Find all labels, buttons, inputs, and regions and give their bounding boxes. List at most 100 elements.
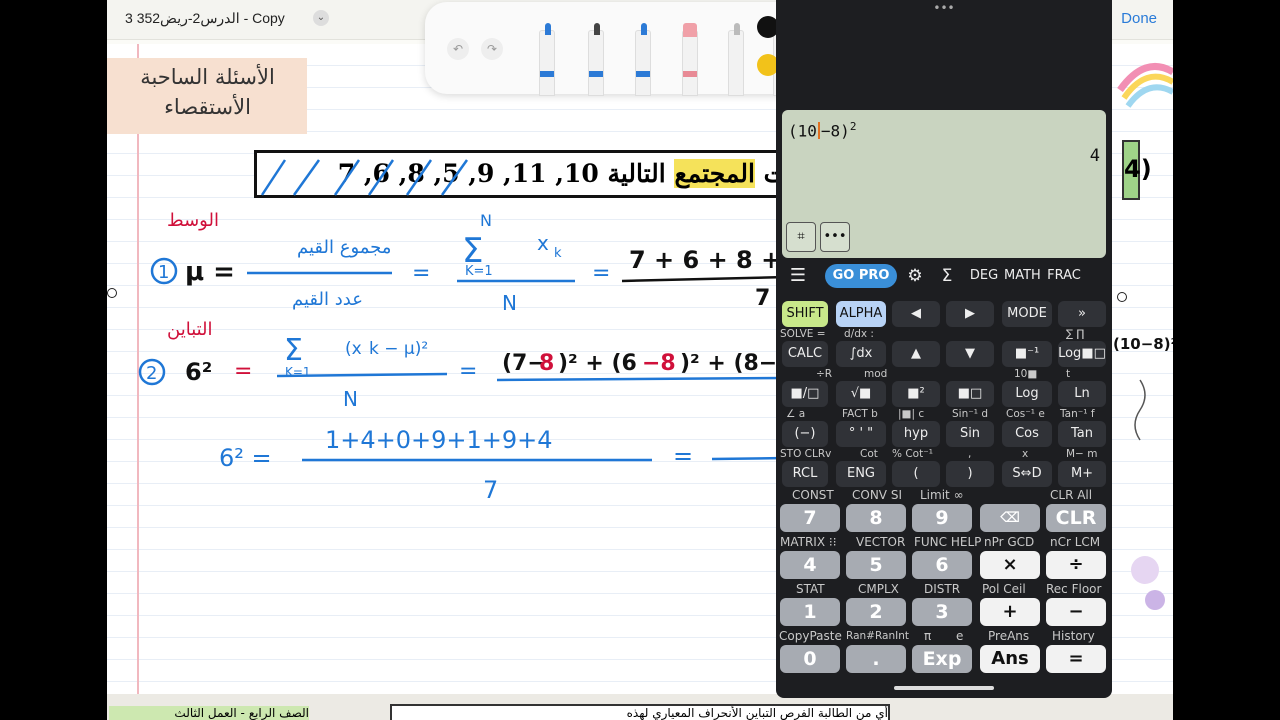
settings-gear-icon[interactable]: ⚙	[904, 264, 926, 288]
divide-key[interactable]: ÷	[1046, 551, 1106, 579]
s-to-d-key[interactable]: S⇔D	[1002, 461, 1052, 487]
window-grabber-icon[interactable]: •••	[932, 2, 956, 14]
hamburger-menu-icon[interactable]: ☰	[786, 264, 810, 288]
calculator-display: (10 −8)2 4 ⌗ •••	[782, 110, 1106, 258]
angle-a-sublabel: ∠ a	[786, 408, 806, 420]
more-key[interactable]: »	[1058, 301, 1106, 327]
variance-label: التباين	[167, 319, 213, 340]
math-mode-button[interactable]: MATH	[1004, 264, 1041, 288]
page-hole-right	[1117, 292, 1127, 302]
key-5[interactable]: 5	[846, 551, 906, 579]
deg-mode-button[interactable]: DEG	[968, 264, 1000, 288]
sigma-symbol-2: Σ	[284, 333, 303, 368]
sigma-top: N	[480, 211, 492, 230]
atan-f-sublabel: Tan⁻¹ f	[1060, 408, 1095, 420]
preans-sublabel: PreAns	[988, 629, 1030, 643]
key-4[interactable]: 4	[780, 551, 840, 579]
equals-2: =	[592, 261, 610, 286]
cos-key[interactable]: Cos	[1002, 421, 1052, 447]
rec-floor-sublabel: Rec Floor	[1046, 582, 1102, 596]
dms-key[interactable]: ° ' "	[836, 421, 886, 447]
home-indicator[interactable]	[894, 686, 994, 690]
left-arrow-key[interactable]: ◀	[892, 301, 940, 327]
result-value: 4	[1089, 146, 1100, 166]
calc-key[interactable]: CALC	[782, 341, 828, 367]
power-key[interactable]: ■□	[946, 381, 994, 407]
log-base-key[interactable]: Log■□	[1058, 341, 1106, 367]
conv-si-sublabel: CONV SI	[852, 488, 902, 502]
camera-icon[interactable]: ⌗	[786, 222, 816, 252]
mode-key[interactable]: MODE	[1002, 301, 1052, 327]
left-paren-key[interactable]: (	[892, 461, 940, 487]
backspace-icon[interactable]: ⌫	[980, 504, 1040, 532]
done-button[interactable]: Done	[1121, 10, 1157, 27]
inverse-key[interactable]: ■⁻¹	[1002, 341, 1052, 367]
exp-key[interactable]: Exp	[912, 645, 972, 673]
ln-key[interactable]: Ln	[1058, 381, 1106, 407]
calculator-app: ••• (10 −8)2 4 ⌗ ••• ☰ GO PRO ⚙ Σ DEG MAT…	[776, 0, 1112, 698]
eng-key[interactable]: ENG	[836, 461, 886, 487]
multiply-key[interactable]: ×	[980, 551, 1040, 579]
screen: 3 الدرس2-ريض352 - Copy ⌄ Done الأسئلة ال…	[0, 0, 1280, 720]
key-3[interactable]: 3	[912, 598, 972, 626]
key-9[interactable]: 9	[912, 504, 972, 532]
variance-line2-equals: =	[673, 442, 693, 470]
N-denominator-2: N	[343, 387, 358, 411]
marker-tool[interactable]	[635, 23, 651, 96]
up-arrow-key[interactable]: ▲	[892, 341, 940, 367]
undo-icon[interactable]: ↶	[447, 38, 469, 60]
m-plus-key[interactable]: M+	[1058, 461, 1106, 487]
sqrt-key[interactable]: √■	[836, 381, 886, 407]
mean-symbol: μ =	[185, 257, 235, 287]
shift-key[interactable]: SHIFT	[782, 301, 828, 327]
expression-line[interactable]: (10 −8)2	[788, 120, 856, 140]
fraction-key[interactable]: ■/□	[782, 381, 828, 407]
eraser-tool[interactable]	[682, 23, 698, 96]
right-arrow-key[interactable]: ▶	[946, 301, 994, 327]
redo-icon[interactable]: ↷	[481, 38, 503, 60]
integral-key[interactable]: ∫dx	[836, 341, 886, 367]
pen-tool[interactable]	[539, 23, 555, 96]
key-8[interactable]: 8	[846, 504, 906, 532]
page-hole-left	[107, 288, 117, 298]
more-options-icon[interactable]: •••	[820, 222, 850, 252]
minus-key[interactable]: −	[1046, 598, 1106, 626]
clr-key[interactable]: CLR	[1046, 504, 1106, 532]
side-expression: (10−8)²	[1113, 335, 1173, 353]
key-0[interactable]: 0	[780, 645, 840, 673]
ans-key[interactable]: Ans	[980, 645, 1040, 673]
ddx-sublabel: d/dx :	[844, 328, 874, 340]
func-help-sublabel: FUNC HELP	[914, 535, 982, 549]
equals-3: =	[459, 359, 477, 384]
sin-key[interactable]: Sin	[946, 421, 994, 447]
go-pro-button[interactable]: GO PRO	[825, 264, 897, 288]
tan-key[interactable]: Tan	[1058, 421, 1106, 447]
fineliner-tool[interactable]	[588, 23, 604, 96]
key-6[interactable]: 6	[912, 551, 972, 579]
N-denominator: N	[502, 291, 517, 315]
negative-key[interactable]: (−)	[782, 421, 828, 447]
acot-sublabel: % Cot⁻¹	[892, 448, 933, 460]
variance-expr-c: )² + (6	[558, 351, 637, 376]
equals-key[interactable]: =	[1046, 645, 1106, 673]
key-2[interactable]: 2	[846, 598, 906, 626]
key-1[interactable]: 1	[780, 598, 840, 626]
sum-icon[interactable]: Σ	[936, 264, 958, 288]
plus-key[interactable]: +	[980, 598, 1040, 626]
key-7[interactable]: 7	[780, 504, 840, 532]
square-key[interactable]: ■²	[892, 381, 940, 407]
history-sublabel: History	[1052, 629, 1095, 643]
alpha-key[interactable]: ALPHA	[836, 301, 886, 327]
lasso-tool[interactable]	[728, 23, 744, 96]
count-word: عدد القيم	[292, 289, 363, 310]
distr-sublabel: DISTR	[924, 582, 961, 596]
hyp-key[interactable]: hyp	[892, 421, 940, 447]
frac-mode-button[interactable]: FRAC	[1046, 264, 1082, 288]
right-paren-key[interactable]: )	[946, 461, 994, 487]
limit-sublabel: Limit ∞	[920, 488, 964, 502]
down-arrow-key[interactable]: ▼	[946, 341, 994, 367]
pol-ceil-sublabel: Pol Ceil	[982, 582, 1026, 596]
log-key[interactable]: Log	[1002, 381, 1052, 407]
decimal-key[interactable]: .	[846, 645, 906, 673]
rcl-key[interactable]: RCL	[782, 461, 828, 487]
